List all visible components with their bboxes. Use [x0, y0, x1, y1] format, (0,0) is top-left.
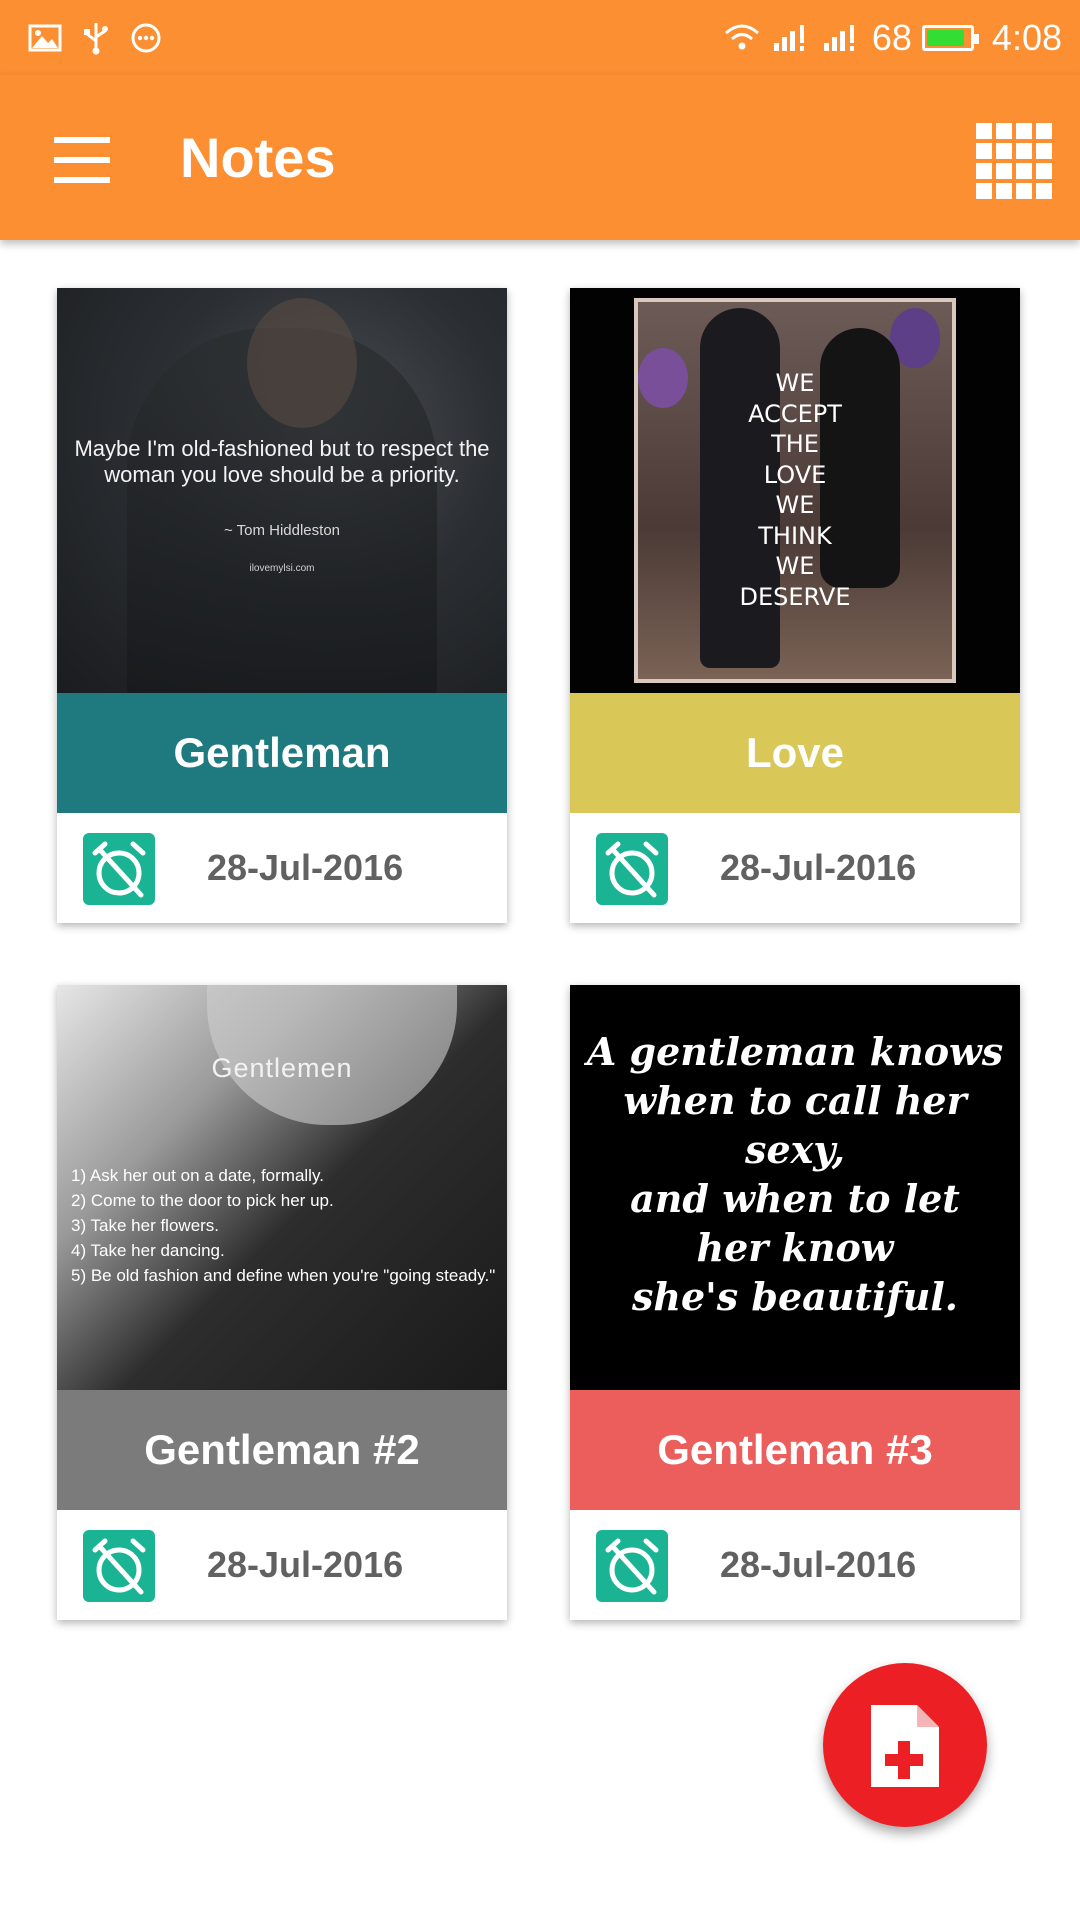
- usb-icon: [84, 23, 108, 55]
- image-quote-text: WE ACCEPT THE LOVE WE THINK WE DESERVE: [570, 368, 1020, 612]
- quote-line: ACCEPT: [748, 399, 842, 428]
- battery-fill: [926, 30, 965, 46]
- note-card-gentleman-2[interactable]: Gentlemen 1) Ask her out on a date, form…: [57, 985, 507, 1620]
- quote-line: DESERVE: [739, 582, 851, 611]
- grid-view-icon[interactable]: [976, 123, 1052, 199]
- note-title-band: Gentleman #3: [570, 1390, 1020, 1510]
- page-title: Notes: [180, 126, 336, 189]
- clock: 4:08: [991, 17, 1062, 58]
- quote-line: THE: [771, 430, 819, 458]
- quote-line: LOVE: [763, 460, 827, 489]
- status-bar: 68 4:08: [0, 0, 1080, 75]
- man-head: [247, 298, 357, 428]
- status-right-icons: 68 4:08: [722, 14, 1062, 62]
- quote-line: she's beautiful.: [631, 1274, 959, 1319]
- note-image: Maybe I'm old-fashioned but to respect t…: [57, 288, 507, 693]
- note-date: 28-Jul-2016: [207, 847, 404, 888]
- image-quote-author: ~ Tom Hiddleston: [223, 522, 341, 539]
- image-list: 1) Ask her out on a date, formally. 2) C…: [71, 1163, 501, 1288]
- list-item: 4) Take her dancing.: [71, 1241, 225, 1260]
- note-card-love[interactable]: WE ACCEPT THE LOVE WE THINK WE DESERVE L…: [570, 288, 1020, 923]
- note-image: WE ACCEPT THE LOVE WE THINK WE DESERVE: [570, 288, 1020, 693]
- signal-icon: [773, 25, 804, 51]
- alarm-off-icon[interactable]: [596, 1530, 668, 1602]
- note-date: 28-Jul-2016: [720, 847, 917, 888]
- app-bar: Notes: [0, 75, 1080, 240]
- list-item: 3) Take her flowers.: [71, 1216, 220, 1235]
- note-card-gentleman-3[interactable]: A gentleman knows when to call her sexy,…: [570, 985, 1020, 1620]
- list-item: 5) Be old fashion and define when you're…: [71, 1266, 496, 1285]
- quote-line: when to call her: [623, 1078, 967, 1123]
- note-title-band: Love: [570, 693, 1020, 813]
- quote-line: A gentleman knows: [586, 1029, 1004, 1074]
- quote-line: her know: [696, 1225, 894, 1270]
- quote-line: WE: [775, 491, 815, 519]
- quote-line: THINK: [758, 521, 832, 550]
- battery-icon: [921, 25, 979, 51]
- alarm-off-icon[interactable]: [83, 1530, 155, 1602]
- alarm-off-icon[interactable]: [596, 833, 668, 905]
- signal-icon-2: [823, 25, 854, 51]
- note-date: 28-Jul-2016: [720, 1544, 917, 1585]
- note-footer: 28-Jul-2016: [570, 813, 1020, 923]
- list-item: 2) Come to the door to pick her up.: [71, 1191, 334, 1210]
- quote-line: WE: [775, 552, 815, 580]
- more-circle-icon: [131, 23, 161, 53]
- list-item: 1) Ask her out on a date, formally.: [71, 1166, 324, 1185]
- note-footer: 28-Jul-2016: [570, 1510, 1020, 1620]
- image-quote-text: Maybe I'm old-fashioned but to respect t…: [74, 436, 490, 487]
- add-note-icon: [871, 1705, 939, 1787]
- note-date: 28-Jul-2016: [207, 1544, 404, 1585]
- wifi-icon: [724, 24, 759, 50]
- battery-level-text: 68: [871, 17, 912, 58]
- note-title: Gentleman #3: [657, 1426, 933, 1473]
- note-title-band: Gentleman: [57, 693, 507, 813]
- quote-line: sexy,: [745, 1127, 845, 1172]
- note-title: Gentleman: [173, 729, 391, 776]
- note-title-band: Gentleman #2: [57, 1390, 507, 1510]
- add-note-button[interactable]: [823, 1663, 987, 1827]
- note-title: Love: [745, 729, 845, 776]
- note-card-gentleman[interactable]: Maybe I'm old-fashioned but to respect t…: [57, 288, 507, 923]
- hamburger-icon[interactable]: [46, 125, 116, 195]
- status-left-icons: [28, 14, 162, 62]
- image-heading: Gentlemen: [211, 1053, 353, 1083]
- note-image: Gentlemen 1) Ask her out on a date, form…: [57, 985, 507, 1390]
- note-title: Gentleman #2: [144, 1426, 420, 1473]
- note-footer: 28-Jul-2016: [57, 813, 507, 923]
- quote-line: and when to let: [630, 1176, 960, 1221]
- alarm-off-icon[interactable]: [83, 833, 155, 905]
- quote-line: WE: [775, 369, 815, 397]
- note-image: A gentleman knows when to call her sexy,…: [570, 985, 1020, 1390]
- image-icon: [28, 24, 62, 52]
- image-quote-text: A gentleman knows when to call her sexy,…: [570, 1027, 1020, 1321]
- image-watermark: ilovemylsi.com: [249, 563, 315, 574]
- note-footer: 28-Jul-2016: [57, 1510, 507, 1620]
